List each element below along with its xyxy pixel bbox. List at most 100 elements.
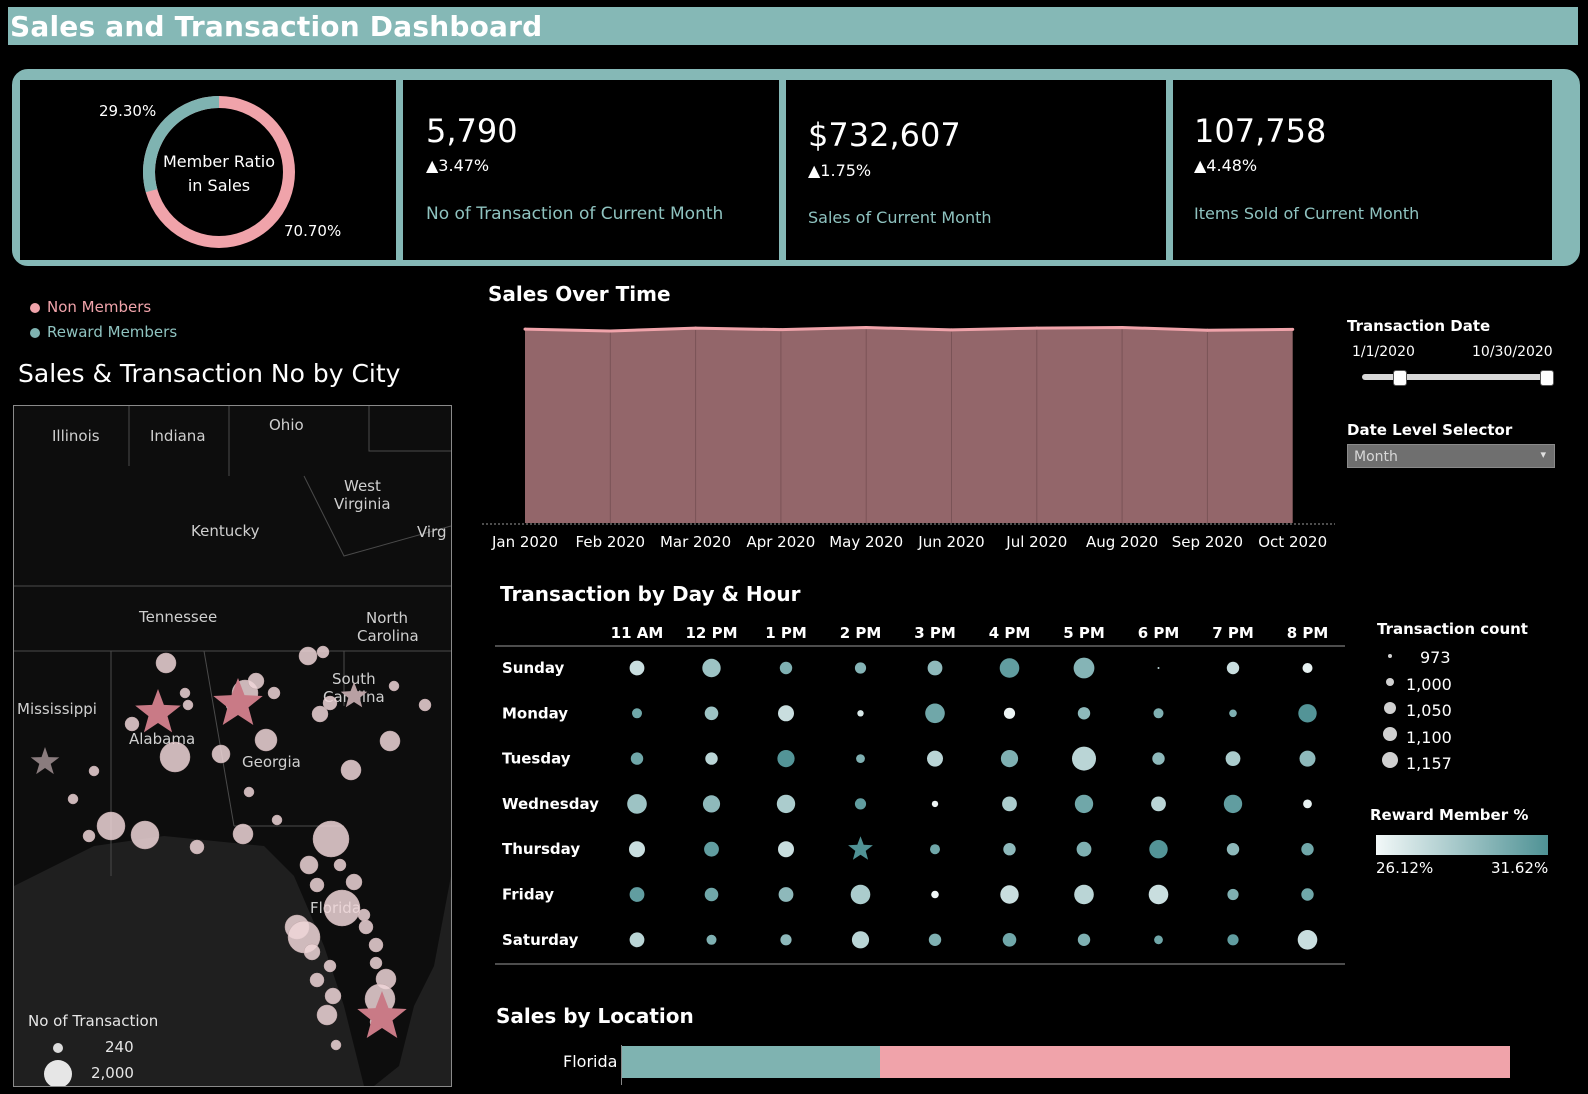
heatmap-bubble[interactable] (1072, 746, 1096, 771)
sales-point[interactable] (1291, 327, 1295, 331)
city-bubble[interactable] (179, 687, 191, 699)
heatmap-bubble[interactable] (1074, 884, 1094, 905)
heatmap-bubble[interactable] (629, 841, 645, 858)
sales-point[interactable] (694, 326, 698, 330)
date-slider-start-handle[interactable] (1393, 370, 1407, 386)
heatmap-bubble[interactable] (779, 661, 793, 675)
heatmap-bubble[interactable] (1301, 843, 1314, 856)
city-bubble[interactable] (303, 943, 321, 961)
heatmap-bubble[interactable] (854, 798, 867, 810)
heatmap-bubble[interactable] (927, 660, 943, 676)
heatmap-bubble[interactable] (925, 703, 945, 724)
city-bubble[interactable] (232, 823, 254, 845)
date-slider-end-handle[interactable] (1540, 370, 1554, 386)
heatmap-bubble[interactable] (1227, 934, 1239, 946)
city-bubble[interactable] (211, 744, 231, 764)
city-star-mark[interactable] (135, 689, 181, 733)
legend-non-members[interactable]: Non Members (30, 298, 151, 316)
city-bubble[interactable] (323, 889, 361, 927)
heatmap-bubble[interactable] (1299, 750, 1316, 767)
heatmap-bubble[interactable] (777, 750, 795, 768)
city-bubble[interactable] (88, 765, 100, 777)
city-bubble[interactable] (67, 793, 79, 805)
date-level-select[interactable]: Month ▾ (1347, 444, 1555, 468)
sales-point[interactable] (779, 328, 783, 332)
heatmap-bubble[interactable] (999, 658, 1020, 678)
sales-point[interactable] (523, 327, 527, 331)
city-bubble[interactable] (298, 646, 318, 666)
heatmap-bubble[interactable] (930, 844, 940, 855)
heatmap-bubble[interactable] (1077, 707, 1091, 720)
heatmap-bubble[interactable] (1077, 933, 1091, 946)
heatmap-bubble[interactable] (702, 795, 721, 813)
sales-point[interactable] (1120, 326, 1124, 330)
heatmap-bubble[interactable] (857, 710, 864, 717)
city-bubble[interactable] (189, 839, 205, 855)
heatmap-bubble[interactable] (1154, 935, 1163, 945)
heatmap-bubble[interactable] (630, 752, 644, 765)
heatmap-bubble[interactable] (776, 794, 796, 814)
heatmap-bubble[interactable] (629, 660, 645, 676)
heatmap-bubble[interactable] (1229, 709, 1237, 718)
city-bubble[interactable] (322, 695, 338, 711)
city-bubble[interactable] (254, 728, 278, 752)
heatmap-bubble[interactable] (632, 708, 642, 719)
heatmap-bubble[interactable] (778, 841, 794, 858)
sales-point[interactable] (950, 328, 953, 332)
city-bubble[interactable] (96, 811, 126, 841)
heatmap-bubble[interactable] (705, 752, 718, 765)
date-range-slider[interactable] (1362, 370, 1554, 386)
heatmap-bubble[interactable] (1076, 841, 1092, 857)
heatmap-star-mark[interactable] (848, 836, 873, 860)
heatmap-bubble[interactable] (1002, 796, 1017, 812)
heatmap-bubble[interactable] (1149, 840, 1168, 859)
heatmap-bubble[interactable] (1226, 661, 1240, 675)
city-star-mark[interactable] (30, 747, 60, 775)
heatmap-bubble[interactable] (927, 750, 943, 767)
heatmap-bubble[interactable] (1073, 657, 1095, 679)
heatmap-bubble[interactable] (704, 706, 719, 721)
city-bubble[interactable] (358, 919, 374, 935)
city-bubble[interactable] (271, 814, 283, 826)
heatmap-bubble[interactable] (1074, 794, 1094, 814)
heatmap-bubble[interactable] (1002, 933, 1017, 947)
city-bubble[interactable] (155, 652, 177, 674)
heatmap-bubble[interactable] (1223, 794, 1243, 814)
city-bubble[interactable] (340, 759, 362, 781)
heatmap-bubble[interactable] (627, 794, 647, 814)
heatmap-bubble[interactable] (706, 934, 717, 945)
heatmap-bubble[interactable] (1153, 708, 1164, 719)
city-bubble[interactable] (124, 716, 140, 732)
city-bubble[interactable] (182, 699, 194, 711)
heatmap-bubble[interactable] (1298, 704, 1317, 723)
city-bubble[interactable] (388, 680, 400, 692)
city-bubble[interactable] (312, 820, 350, 858)
city-bubble[interactable] (345, 873, 363, 891)
city-bubble[interactable] (130, 820, 160, 850)
city-bubble[interactable] (243, 786, 255, 798)
heatmap-bubble[interactable] (854, 662, 867, 674)
sales-over-time-chart[interactable]: Jan 2020 Feb 2020 Mar 2020 Apr 2020 May 2020… (470, 315, 1340, 560)
city-bubble[interactable] (159, 741, 191, 773)
city-bubble[interactable] (309, 972, 325, 988)
city-bubble[interactable] (299, 855, 319, 875)
heatmap-bubble[interactable] (629, 887, 645, 902)
city-bubble[interactable] (309, 877, 325, 893)
heatmap-bubble[interactable] (1000, 885, 1019, 904)
heatmap-bubble[interactable] (704, 887, 719, 902)
heatmap-bubble[interactable] (1157, 667, 1160, 669)
heatmap-bubble[interactable] (704, 841, 719, 857)
city-bubble[interactable] (369, 956, 383, 970)
heatmap-bubble[interactable] (931, 800, 939, 808)
heatmap-bubble[interactable] (702, 658, 721, 678)
city-bubble[interactable] (368, 937, 384, 953)
sales-point[interactable] (608, 329, 612, 333)
city-star-mark[interactable] (340, 682, 368, 708)
florida-bar[interactable] (622, 1046, 1510, 1078)
florida-reward-segment[interactable] (622, 1046, 880, 1078)
heatmap-bubble[interactable] (1225, 751, 1241, 766)
heatmap-bubble[interactable] (1226, 843, 1240, 856)
city-map[interactable]: Illinois Indiana Ohio West Virginia Kent… (13, 405, 452, 1087)
city-bubble[interactable] (324, 987, 342, 1005)
heatmap-bubble[interactable] (778, 887, 794, 902)
